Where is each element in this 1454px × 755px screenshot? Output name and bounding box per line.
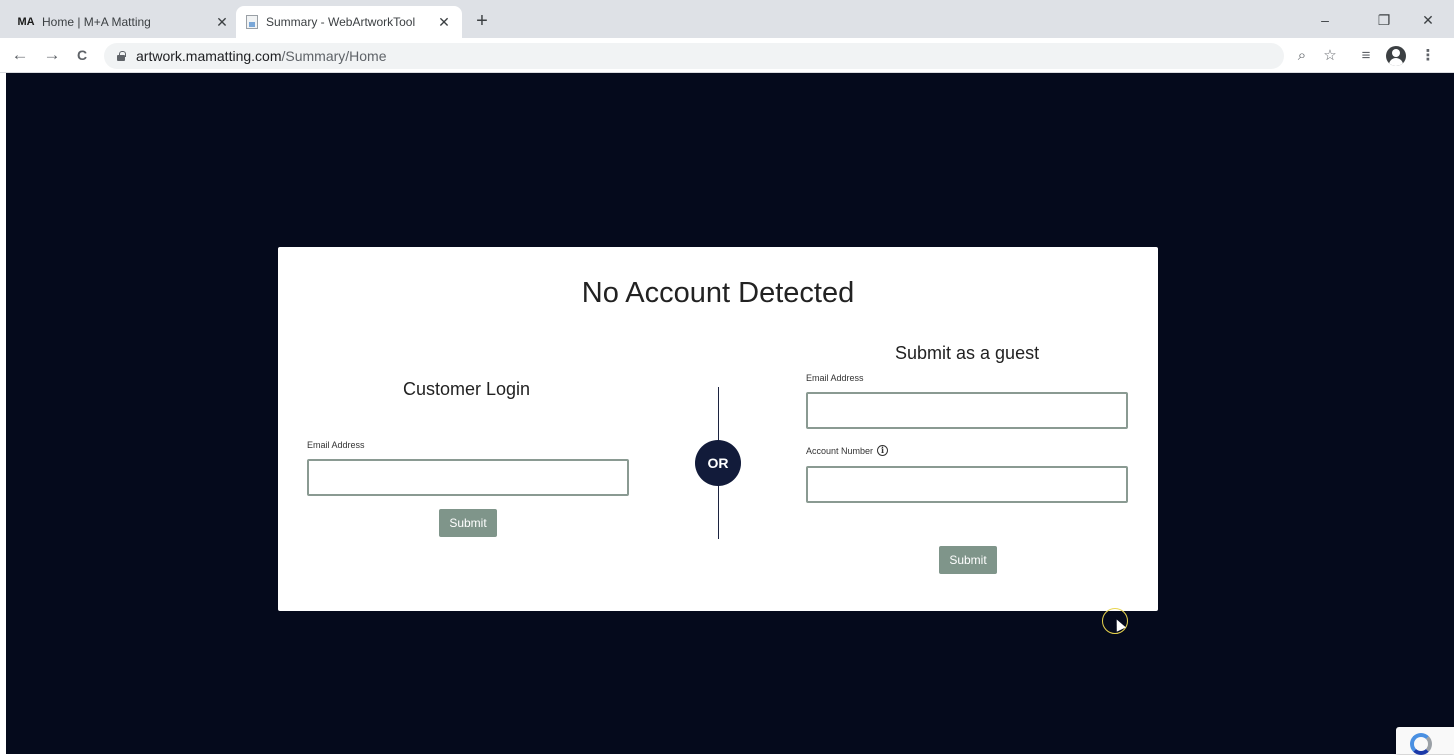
- account-number-label: Account Number i: [806, 445, 889, 456]
- modal-title: No Account Detected: [581, 277, 855, 309]
- or-badge: OR: [695, 440, 741, 486]
- reading-list-icon[interactable]: ≡: [1354, 44, 1378, 68]
- zoom-icon[interactable]: ⌕: [1290, 44, 1314, 68]
- tab-title: Summary - WebArtworkTool: [266, 15, 416, 29]
- account-number-input[interactable]: [806, 466, 1128, 503]
- recaptcha-icon: [1410, 733, 1432, 755]
- page-backdrop: No Account Detected Customer Login Email…: [0, 73, 1454, 755]
- tab-title: Home | M+A Matting: [42, 15, 151, 29]
- no-account-modal: No Account Detected Customer Login Email…: [278, 247, 1158, 611]
- browser-menu-icon[interactable]: ⋮: [1416, 44, 1440, 68]
- guest-email-label: Email Address: [806, 373, 864, 383]
- tab-strip: MA Home | M+A Matting ✕ Summary - WebArt…: [0, 0, 1454, 38]
- new-tab-button[interactable]: +: [470, 10, 494, 34]
- document-favicon-icon: [246, 15, 258, 29]
- browser-toolbar: ← → C artwork.mamatting.com/Summary/Home…: [0, 38, 1454, 73]
- bookmark-star-icon[interactable]: ☆: [1318, 44, 1342, 68]
- page-left-edge: [0, 73, 6, 754]
- lock-icon: [116, 51, 126, 61]
- browser-chrome: MA Home | M+A Matting ✕ Summary - WebArt…: [0, 0, 1454, 73]
- login-submit-button[interactable]: Submit: [439, 509, 497, 537]
- tab-summary-webartworktool[interactable]: Summary - WebArtworkTool ✕: [236, 6, 462, 38]
- tab-close-icon[interactable]: ✕: [214, 14, 230, 31]
- recaptcha-badge[interactable]: [1396, 727, 1454, 755]
- guest-email-input[interactable]: [806, 392, 1128, 429]
- info-icon[interactable]: i: [877, 445, 889, 456]
- url-host: artwork.mamatting.com: [136, 48, 282, 64]
- address-bar[interactable]: artwork.mamatting.com/Summary/Home: [104, 43, 1284, 69]
- window-close-icon[interactable]: ✕: [1410, 8, 1446, 32]
- profile-avatar-icon[interactable]: [1386, 46, 1406, 66]
- back-arrow-icon[interactable]: ←: [8, 44, 32, 68]
- guest-heading: Submit as a guest: [895, 343, 1040, 363]
- tab-home-ma-matting[interactable]: MA Home | M+A Matting ✕: [8, 6, 240, 38]
- restore-icon[interactable]: ❐: [1366, 8, 1402, 32]
- guest-submit-button[interactable]: Submit: [939, 546, 997, 574]
- ma-matting-favicon-icon: MA: [17, 16, 35, 28]
- account-number-label-text: Account Number: [806, 445, 874, 456]
- url-path: /Summary/Home: [281, 48, 387, 64]
- reload-icon[interactable]: C: [70, 44, 94, 68]
- tab-close-icon[interactable]: ✕: [436, 14, 452, 31]
- forward-arrow-icon[interactable]: →: [40, 44, 64, 68]
- login-email-label: Email Address: [307, 440, 365, 450]
- login-email-input[interactable]: [307, 459, 629, 496]
- customer-login-heading: Customer Login: [403, 379, 531, 399]
- minimize-icon[interactable]: –: [1307, 8, 1343, 32]
